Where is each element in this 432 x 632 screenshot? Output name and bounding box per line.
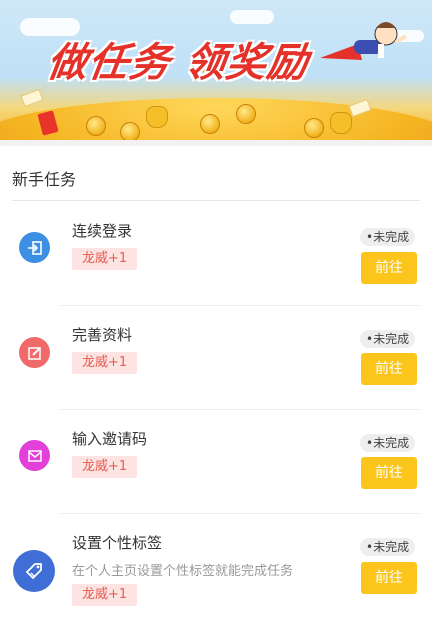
task-item-invite-code: 输入邀请码 龙威+1 •未完成 前往 [0,410,432,514]
task-name: 输入邀请码 [72,430,148,448]
go-button[interactable]: 前往 [361,562,417,594]
section-title: 新手任务 [12,170,77,189]
coin-decoration [200,114,220,134]
divider [12,200,420,201]
task-item-profile: 完善资料 龙威+1 •未完成 前往 [0,306,432,410]
status-badge: •未完成 [360,330,416,348]
reward-badge: 龙威+1 [72,584,138,606]
task-name: 完善资料 [72,326,133,344]
coin-decoration [236,104,256,124]
money-bag-decoration [146,106,168,128]
task-item-login: 连续登录 龙威+1 •未完成 前往 [0,202,432,306]
mail-icon [19,440,50,471]
status-badge: •未完成 [360,538,416,556]
task-name: 连续登录 [72,222,133,240]
task-name: 设置个性标签 [72,534,163,552]
banner: 做任务 领奖励 [0,0,432,140]
task-panel: 新手任务 连续登录 龙威+1 •未完成 前往 完善资料 龙威+1 •未完成 前往… [0,146,432,632]
tag-icon [13,550,55,592]
task-description: 在个人主页设置个性标签就能完成任务 [72,564,294,579]
flying-hero-illustration [320,22,408,60]
coin-decoration [86,116,106,136]
coin-decoration [304,118,324,138]
banknote-decoration [20,88,44,108]
status-badge: •未完成 [360,228,416,246]
coin-decoration [120,122,140,140]
go-button[interactable]: 前往 [361,252,417,284]
money-bag-decoration [330,112,352,134]
reward-badge: 龙威+1 [72,248,138,270]
go-button[interactable]: 前往 [361,353,417,385]
edit-icon [19,337,50,368]
task-item-tags: 设置个性标签 在个人主页设置个性标签就能完成任务 龙威+1 •未完成 前往 [0,514,432,632]
cloud-decoration [230,10,274,24]
banner-title: 做任务 领奖励 [44,40,312,86]
login-icon [19,232,50,263]
reward-badge: 龙威+1 [72,456,138,478]
go-button[interactable]: 前往 [361,457,417,489]
status-badge: •未完成 [360,434,416,452]
reward-badge: 龙威+1 [72,352,138,374]
